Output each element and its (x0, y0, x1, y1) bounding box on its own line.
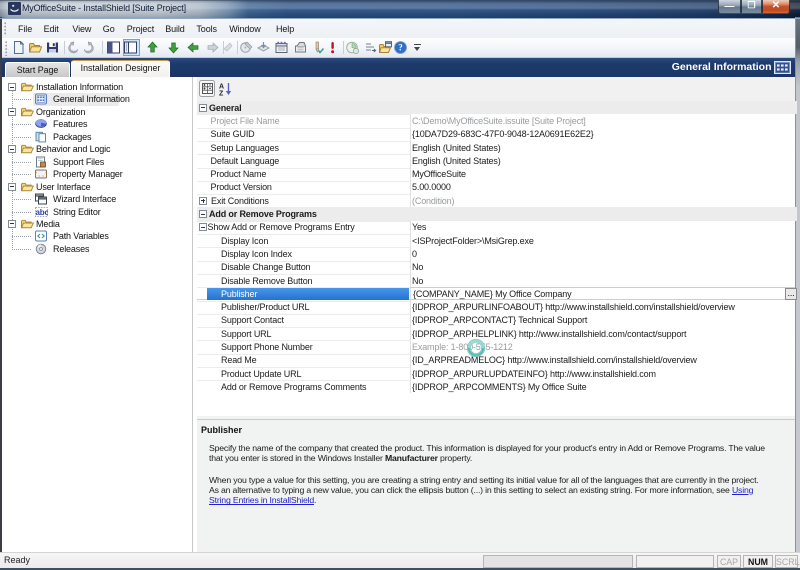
svg-text:Z: Z (219, 90, 224, 96)
svg-text:{..}: {..} (35, 171, 47, 178)
svg-text:A: A (219, 83, 224, 90)
svg-text:?: ? (398, 43, 403, 53)
svg-text:abс: abс (36, 208, 49, 217)
